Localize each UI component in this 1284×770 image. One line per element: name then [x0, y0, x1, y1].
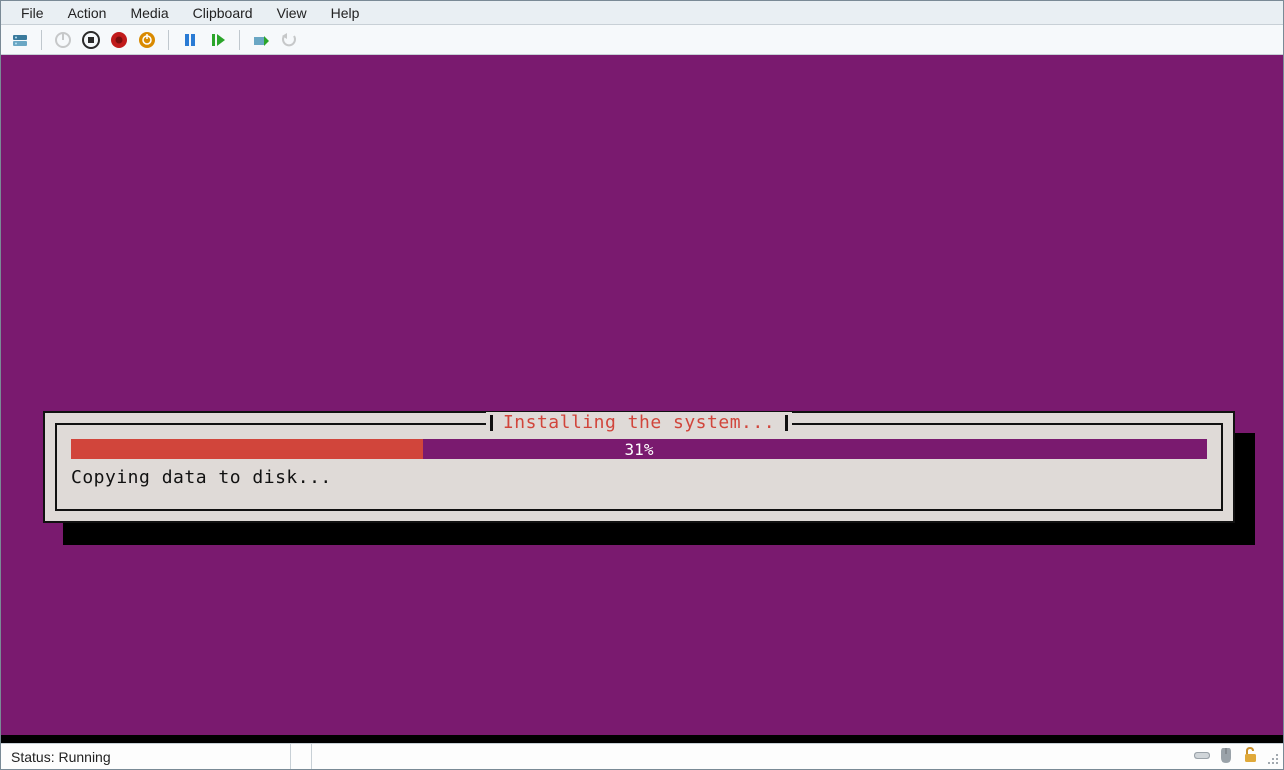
menu-file[interactable]: File	[9, 3, 56, 23]
menu-media[interactable]: Media	[118, 3, 180, 23]
dialog-inner-frame: Installing the system... 31% Copying dat…	[55, 423, 1223, 511]
menubar: File Action Media Clipboard View Help	[1, 1, 1283, 25]
menu-action[interactable]: Action	[56, 3, 119, 23]
status-icons	[1185, 744, 1267, 769]
menu-help[interactable]: Help	[319, 3, 372, 23]
toolbar-separator	[41, 30, 42, 50]
menu-clipboard[interactable]: Clipboard	[181, 3, 265, 23]
statusbar: Status: Running	[1, 743, 1283, 769]
dialog-title: Installing the system...	[493, 412, 785, 433]
resize-grip[interactable]	[1267, 753, 1281, 767]
reset-icon[interactable]	[136, 29, 158, 51]
progress-percent-label: 31%	[71, 439, 1207, 459]
progress-bar: 31%	[71, 439, 1207, 459]
status-label: Status: Running	[1, 744, 291, 769]
pause-icon[interactable]	[179, 29, 201, 51]
server-icon[interactable]	[9, 29, 31, 51]
installer-dialog: Installing the system... 31% Copying dat…	[43, 411, 1235, 523]
toolbar-separator	[239, 30, 240, 50]
stop-icon[interactable]	[80, 29, 102, 51]
toolbar	[1, 25, 1283, 55]
keyboard-icon	[1193, 746, 1211, 767]
checkpoint-icon[interactable]	[250, 29, 272, 51]
status-spacer	[312, 744, 1185, 769]
mouse-icon	[1217, 746, 1235, 767]
status-cell-empty	[291, 744, 312, 769]
installer-message: Copying data to disk...	[71, 467, 332, 488]
toolbar-separator	[168, 30, 169, 50]
dialog-title-wrap: Installing the system...	[57, 412, 1221, 433]
revert-icon	[278, 29, 300, 51]
record-icon[interactable]	[108, 29, 130, 51]
power-icon	[52, 29, 74, 51]
vm-display[interactable]: Installing the system... 31% Copying dat…	[1, 55, 1283, 743]
menu-view[interactable]: View	[265, 3, 319, 23]
lock-open-icon	[1241, 746, 1259, 767]
play-icon[interactable]	[207, 29, 229, 51]
